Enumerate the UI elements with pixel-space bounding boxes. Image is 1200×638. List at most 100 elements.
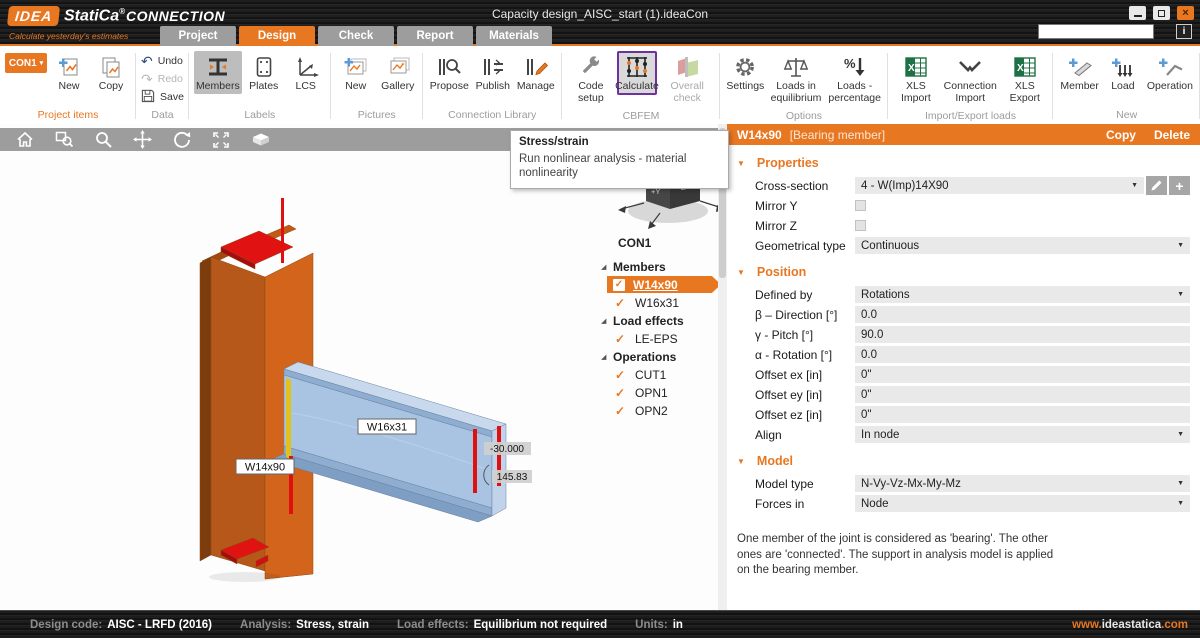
calculate-button[interactable]: Calculate: [617, 51, 657, 95]
home-view-button[interactable]: [16, 131, 34, 148]
align-dropdown[interactable]: In node ▼: [855, 426, 1190, 443]
gamma-pitch-input[interactable]: 90.0: [855, 326, 1190, 343]
code-setup-button[interactable]: Code setup: [567, 51, 615, 106]
offset-ex-input[interactable]: 0": [855, 366, 1190, 383]
check-icon[interactable]: ✓: [615, 368, 635, 382]
alpha-rotation-input[interactable]: 0.0: [855, 346, 1190, 363]
beta-direction-input[interactable]: 0.0: [855, 306, 1190, 323]
model-type-dropdown[interactable]: N-Vy-Vz-Mx-My-Mz ▼: [855, 475, 1190, 492]
members-labels-toggle[interactable]: Members: [194, 51, 242, 94]
save-button[interactable]: Save: [141, 89, 184, 105]
scrollbar-track[interactable]: [718, 124, 727, 610]
xls-import-button[interactable]: X XLS Import: [893, 51, 940, 106]
add-cross-section-button[interactable]: +: [1169, 176, 1190, 195]
expander-icon[interactable]: ◢: [597, 353, 613, 361]
offset-ey-input[interactable]: 0": [855, 386, 1190, 403]
section-properties[interactable]: ▼ Properties: [737, 156, 1200, 170]
zoom-window-button[interactable]: [55, 131, 74, 148]
tree-group-operations[interactable]: ◢ Operations: [597, 348, 722, 365]
button-label: Connection Import: [943, 81, 997, 105]
tab-check[interactable]: Check: [318, 26, 394, 46]
loads-percentage-toggle[interactable]: % Loads - percentage: [827, 51, 883, 106]
pan-button[interactable]: [133, 130, 152, 149]
offset-ez-input[interactable]: 0": [855, 406, 1190, 423]
mirror-z-row: Mirror Z: [755, 217, 1190, 234]
redo-button[interactable]: ↷Redo: [141, 71, 184, 87]
info-button[interactable]: i: [1176, 24, 1192, 39]
zoom-button[interactable]: [95, 131, 112, 148]
maximize-button[interactable]: [1153, 6, 1170, 20]
check-icon[interactable]: ✓: [615, 332, 635, 346]
calculate-tooltip: Stress/strain Run nonlinear analysis - m…: [510, 130, 729, 189]
connection-import-button[interactable]: Connection Import: [941, 51, 999, 106]
tree-item-opn1[interactable]: ✓ OPN1: [615, 384, 722, 401]
fit-to-screen-button[interactable]: [212, 131, 230, 149]
check-icon[interactable]: ✓: [615, 404, 635, 418]
new-load-button[interactable]: Load: [1103, 51, 1143, 94]
search-box[interactable]: [1038, 24, 1154, 39]
gallery-button[interactable]: Gallery: [378, 51, 418, 94]
chevron-down-icon: ▼: [1177, 242, 1184, 249]
tab-project[interactable]: Project: [160, 26, 236, 46]
plates-labels-toggle[interactable]: Plates: [244, 51, 284, 94]
expander-icon[interactable]: ◢: [597, 317, 613, 325]
tab-design[interactable]: Design: [239, 26, 315, 46]
tree-item-le-eps[interactable]: ✓ LE-EPS: [615, 330, 722, 347]
check-icon[interactable]: ✓: [615, 386, 635, 400]
new-picture-button[interactable]: New: [336, 51, 376, 94]
connection-selector[interactable]: CON1▾: [5, 53, 47, 73]
overall-check-button[interactable]: Overall check: [659, 51, 715, 106]
tab-report[interactable]: Report: [397, 26, 473, 46]
minimize-button[interactable]: [1129, 6, 1146, 20]
field-label: Align: [755, 428, 855, 442]
collapse-triangle-icon[interactable]: ▼: [737, 268, 745, 277]
copy-member-button[interactable]: Copy: [1106, 128, 1136, 142]
close-button[interactable]: ×: [1177, 6, 1194, 20]
checkbox-checked-icon[interactable]: ✓: [613, 279, 625, 291]
defined-by-dropdown[interactable]: Rotations ▼: [855, 286, 1190, 303]
mirror-z-checkbox[interactable]: [855, 220, 866, 231]
lcs-labels-toggle[interactable]: LCS: [286, 51, 326, 94]
search-input[interactable]: [1039, 26, 1177, 37]
xls-export-button[interactable]: X XLS Export: [1001, 51, 1048, 106]
collapse-triangle-icon[interactable]: ▼: [737, 159, 745, 168]
field-value: 0": [861, 409, 1184, 421]
website-name: ideastatica: [1102, 619, 1161, 631]
check-icon[interactable]: ✓: [615, 296, 635, 310]
tree-root-con1[interactable]: CON1: [618, 236, 722, 250]
copy-item-button[interactable]: Copy: [91, 51, 131, 94]
manage-button[interactable]: Manage: [515, 51, 557, 94]
section-position[interactable]: ▼ Position: [737, 265, 1200, 279]
new-operation-button[interactable]: Operation: [1145, 51, 1195, 94]
geometrical-type-dropdown[interactable]: Continuous ▼: [855, 237, 1190, 254]
tree-item-w16x31[interactable]: ✓ W16x31: [615, 294, 722, 311]
tree-group-load-effects[interactable]: ◢ Load effects: [597, 312, 722, 329]
cross-section-dropdown[interactable]: 4 - W(Imp)14X90 ▼: [855, 177, 1144, 194]
edit-cross-section-button[interactable]: [1146, 176, 1167, 195]
collapse-triangle-icon[interactable]: ▼: [737, 457, 745, 466]
delete-member-button[interactable]: Delete: [1154, 128, 1190, 142]
solid-view-button[interactable]: [251, 132, 271, 147]
tree-item-opn2[interactable]: ✓ OPN2: [615, 402, 722, 419]
section-model[interactable]: ▼ Model: [737, 454, 1200, 468]
expander-icon[interactable]: ◢: [597, 263, 613, 271]
propose-button[interactable]: Propose: [428, 51, 471, 94]
loads-in-equilibrium-toggle[interactable]: Loads in equilibrium: [767, 51, 824, 106]
tree-item-w14x90[interactable]: ✓ W14x90: [607, 276, 721, 293]
publish-button[interactable]: Publish: [473, 51, 513, 94]
mirror-y-checkbox[interactable]: [855, 200, 866, 211]
tree-item-cut1[interactable]: ✓ CUT1: [615, 366, 722, 383]
new-member-button[interactable]: Member: [1058, 51, 1101, 94]
tab-materials[interactable]: Materials: [476, 26, 552, 46]
viewport-3d[interactable]: Wireframe +Y Z: [0, 124, 727, 610]
copy-icon: [99, 53, 123, 81]
tree-group-members[interactable]: ◢ Members: [597, 258, 722, 275]
undo-button[interactable]: ↶Undo: [141, 53, 184, 69]
rotate-view-button[interactable]: [173, 131, 191, 148]
forces-in-dropdown[interactable]: Node ▼: [855, 495, 1190, 512]
group-label: Data: [141, 105, 184, 124]
button-label: Overall check: [661, 81, 713, 105]
new-project-item-button[interactable]: New: [49, 51, 89, 94]
website-link[interactable]: www.ideastatica.com: [1072, 619, 1188, 631]
settings-button[interactable]: Settings: [725, 51, 765, 94]
